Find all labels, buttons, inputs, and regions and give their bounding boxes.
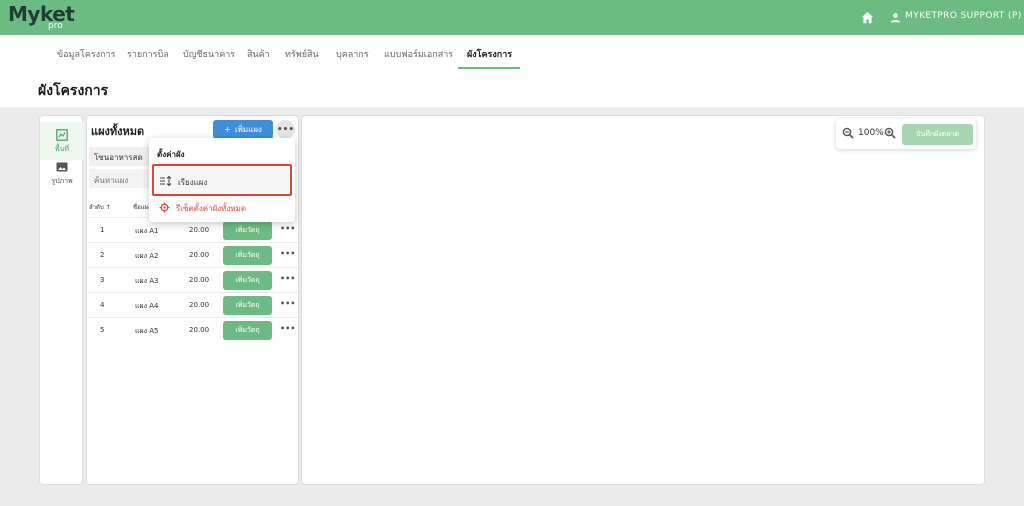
panel-title: แผงทั้งหมด bbox=[91, 125, 145, 138]
tab-bills[interactable]: รายการบิล bbox=[127, 47, 169, 61]
tab-assets[interactable]: ทรัพย์สิน bbox=[285, 47, 319, 61]
column-order[interactable]: ลำดับ ↑ bbox=[89, 202, 111, 212]
row-more-icon[interactable]: ••• bbox=[280, 324, 295, 333]
table-row: 3 แผง A3 20.00 เพิ่มวัตถุ ••• bbox=[87, 267, 298, 292]
row-number: 1 bbox=[100, 226, 105, 234]
image-icon bbox=[56, 162, 68, 172]
main-nav: ข้อมูลโครงการ รายการบิล บัญชีธนาคาร สินค… bbox=[0, 35, 1024, 69]
toolbar-image[interactable]: รูปภาพ bbox=[40, 154, 84, 192]
row-number: 5 bbox=[100, 326, 105, 334]
toolbar-image-label: รูปภาพ bbox=[51, 177, 73, 185]
add-stall-button[interactable]: + เพิ่มแผง bbox=[213, 120, 273, 139]
table-row: 2 แผง A2 20.00 เพิ่มวัตถุ ••• bbox=[87, 242, 298, 267]
tab-document-forms[interactable]: แบบฟอร์มเอกสาร bbox=[384, 47, 453, 61]
zoom-controls: 100% บันทึกผังตลาด bbox=[836, 119, 976, 149]
zoom-level: 100% bbox=[858, 128, 884, 138]
stall-search-input[interactable] bbox=[89, 169, 151, 188]
row-name: แผง A3 bbox=[135, 277, 159, 285]
layout-settings-menu: ตั้งค่าผัง เรียงแผง รีเซ็ตตั้งค่าผังทั้ง… bbox=[149, 138, 295, 222]
tab-project-info[interactable]: ข้อมูลโครงการ bbox=[57, 47, 115, 61]
user-icon bbox=[890, 13, 901, 23]
top-bar: Myket pro MYKETPRO SUPPORT (P) bbox=[0, 0, 1024, 35]
row-number: 4 bbox=[100, 301, 105, 309]
row-name: แผง A1 bbox=[135, 227, 159, 235]
menu-header: ตั้งค่าผัง bbox=[157, 150, 185, 159]
row-size: 20.00 bbox=[189, 276, 210, 284]
brand-sub: pro bbox=[48, 21, 63, 31]
sort-stalls-menu-item[interactable]: เรียงแผง bbox=[152, 164, 292, 196]
zoom-out-icon[interactable] bbox=[842, 127, 854, 139]
row-name: แผง A5 bbox=[135, 327, 159, 335]
tab-bank-accounts[interactable]: บัญชีธนาคาร bbox=[183, 47, 235, 61]
row-more-icon[interactable]: ••• bbox=[280, 274, 295, 283]
row-size: 20.00 bbox=[189, 251, 210, 259]
table-row: 5 แผง A5 20.00 เพิ่มวัตถุ ••• bbox=[87, 317, 298, 342]
user-menu[interactable]: MYKETPRO SUPPORT (P) bbox=[905, 11, 1022, 21]
add-object-button[interactable]: เพิ่มวัตถุ bbox=[223, 321, 272, 340]
area-icon bbox=[56, 129, 68, 141]
tab-personnel[interactable]: บุคลากร bbox=[336, 47, 369, 61]
tab-products[interactable]: สินค้า bbox=[247, 47, 270, 61]
zoom-in-icon[interactable] bbox=[884, 127, 896, 139]
left-toolbar: พื้นที่ รูปภาพ bbox=[39, 115, 84, 485]
row-size: 20.00 bbox=[189, 326, 210, 334]
brand-name: Myket bbox=[8, 2, 75, 26]
row-more-icon[interactable]: ••• bbox=[280, 224, 295, 233]
page-title: ผังโครงการ bbox=[38, 83, 109, 99]
add-object-button[interactable]: เพิ่มวัตถุ bbox=[223, 221, 272, 240]
add-object-button[interactable]: เพิ่มวัตถุ bbox=[223, 246, 272, 265]
reset-layout-menu-item[interactable]: รีเซ็ตตั้งค่าผังทั้งหมด bbox=[152, 198, 292, 218]
tab-project-layout[interactable]: ผังโครงการ bbox=[467, 47, 512, 61]
save-layout-button[interactable]: บันทึกผังตลาด bbox=[902, 124, 973, 145]
add-stall-label: เพิ่มแผง bbox=[234, 125, 262, 134]
row-number: 2 bbox=[100, 251, 105, 259]
sort-icon bbox=[160, 176, 172, 186]
row-more-icon[interactable]: ••• bbox=[280, 299, 295, 308]
row-more-icon[interactable]: ••• bbox=[280, 249, 295, 258]
row-number: 3 bbox=[100, 276, 105, 284]
row-size: 20.00 bbox=[189, 301, 210, 309]
add-object-button[interactable]: เพิ่มวัตถุ bbox=[223, 296, 272, 315]
brand-logo[interactable]: Myket pro bbox=[8, 2, 78, 32]
row-name: แผง A2 bbox=[135, 252, 159, 260]
home-icon[interactable] bbox=[861, 11, 874, 24]
plus-icon: + bbox=[224, 125, 231, 134]
add-object-button[interactable]: เพิ่มวัตถุ bbox=[223, 271, 272, 290]
sort-stalls-label: เรียงแผง bbox=[178, 178, 208, 187]
zone-select[interactable]: โซนอาหารสด bbox=[89, 147, 151, 166]
layout-canvas[interactable] bbox=[301, 115, 985, 485]
row-size: 20.00 bbox=[189, 226, 210, 234]
more-dots-icon: ••• bbox=[276, 124, 295, 135]
table-row: 4 แผง A4 20.00 เพิ่มวัตถุ ••• bbox=[87, 292, 298, 317]
reset-layout-label: รีเซ็ตตั้งค่าผังทั้งหมด bbox=[176, 204, 247, 213]
reset-settings-icon bbox=[159, 202, 170, 213]
row-name: แผง A4 bbox=[135, 302, 159, 310]
panel-more-button[interactable]: ••• bbox=[276, 120, 295, 139]
active-tab-indicator bbox=[458, 67, 520, 69]
